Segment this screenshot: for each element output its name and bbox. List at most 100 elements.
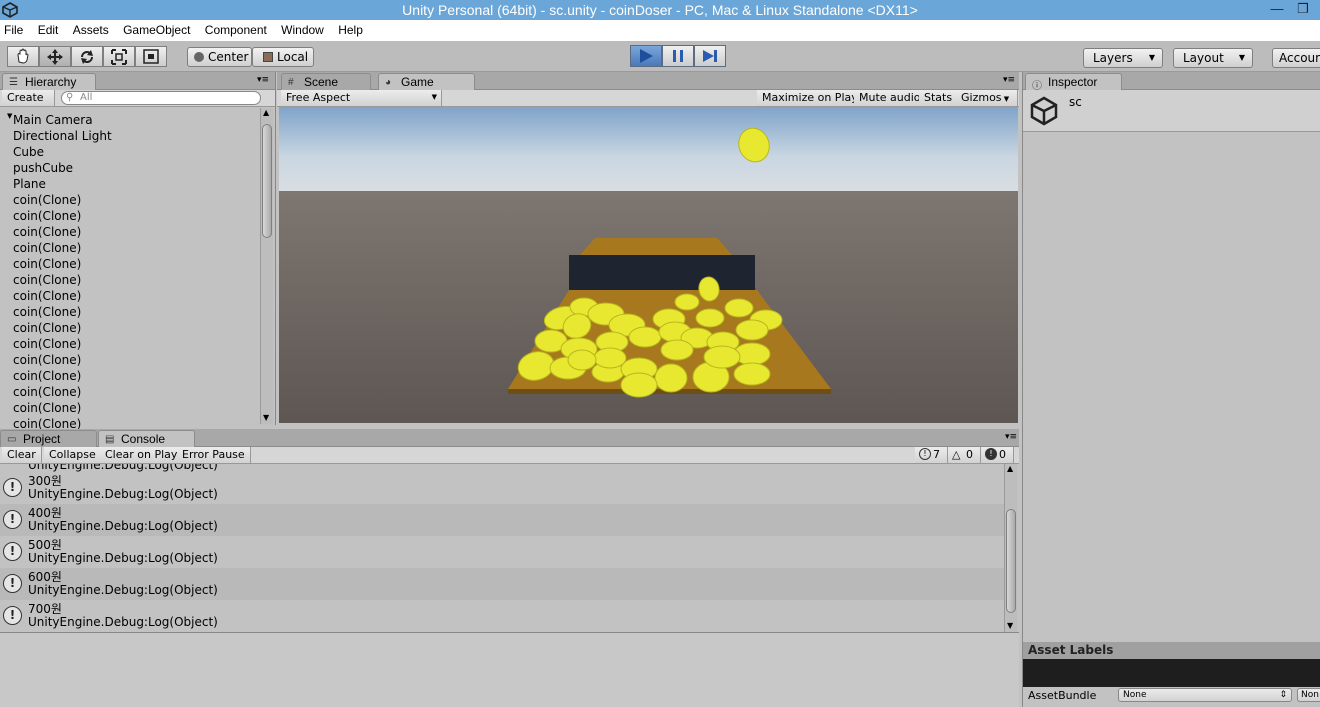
pivot-local-button[interactable]: Local bbox=[252, 47, 314, 67]
hierarchy-item[interactable]: coin(Clone) bbox=[13, 384, 112, 400]
menu-edit[interactable]: Edit bbox=[38, 20, 59, 37]
hierarchy-item[interactable]: Cube bbox=[13, 144, 112, 160]
layers-dropdown[interactable]: Layers ▼ bbox=[1083, 48, 1163, 68]
menu-component[interactable]: Component bbox=[205, 20, 267, 37]
hierarchy-item[interactable]: coin(Clone) bbox=[13, 304, 112, 320]
pause-button[interactable] bbox=[662, 45, 694, 67]
move-tool-button[interactable] bbox=[39, 46, 71, 67]
tab-hierarchy[interactable]: ☰ Hierarchy bbox=[2, 73, 96, 90]
tab-project[interactable]: ▭ Project bbox=[0, 430, 97, 447]
game-scene-image bbox=[279, 107, 1018, 423]
clear-on-play-toggle[interactable]: Clear on Play bbox=[100, 447, 184, 463]
move-tool-icon bbox=[47, 49, 63, 65]
panel-menu-icon[interactable]: ▾≡ bbox=[1003, 75, 1015, 85]
collapse-toggle[interactable]: Collapse bbox=[44, 447, 102, 463]
tab-console[interactable]: ▤ Console bbox=[98, 430, 195, 447]
rotate-tool-button[interactable] bbox=[71, 46, 103, 67]
scroll-up-icon[interactable]: ▲ bbox=[263, 108, 269, 117]
hierarchy-item[interactable]: coin(Clone) bbox=[13, 192, 112, 208]
hierarchy-item[interactable]: coin(Clone) bbox=[13, 208, 112, 224]
play-controls bbox=[630, 45, 726, 67]
hierarchy-item[interactable]: pushCube bbox=[13, 160, 112, 176]
hierarchy-item[interactable]: coin(Clone) bbox=[13, 288, 112, 304]
hierarchy-item[interactable]: coin(Clone) bbox=[13, 336, 112, 352]
log-entry[interactable]: ! 300원 UnityEngine.Debug:Log(Object) bbox=[0, 472, 1004, 504]
hierarchy-item[interactable]: coin(Clone) bbox=[13, 240, 112, 256]
tab-game[interactable]: ◕ Game bbox=[378, 73, 475, 90]
gizmos-dropdown[interactable]: Gizmos ▼ bbox=[956, 90, 1018, 106]
log-entry[interactable]: ! 700원 UnityEngine.Debug:Log(Object) bbox=[0, 600, 1004, 632]
hierarchy-item[interactable]: coin(Clone) bbox=[13, 368, 112, 384]
hand-tool-button[interactable] bbox=[7, 46, 39, 67]
dropdown-arrow-icon: ▼ bbox=[431, 93, 437, 101]
layout-dropdown[interactable]: Layout ▼ bbox=[1173, 48, 1253, 68]
console-toolbar: Clear Collapse Clear on Play Error Pause… bbox=[0, 447, 1019, 464]
pivot-center-button[interactable]: Center bbox=[187, 47, 252, 67]
tab-scene[interactable]: # Scene bbox=[281, 73, 371, 90]
log-entry[interactable]: ! 500원 UnityEngine.Debug:Log(Object) bbox=[0, 536, 1004, 568]
asset-labels-header: Asset Labels bbox=[1023, 642, 1320, 659]
scale-tool-button[interactable] bbox=[103, 46, 135, 67]
coin bbox=[593, 347, 627, 369]
hierarchy-item[interactable]: coin(Clone) bbox=[13, 272, 112, 288]
log-entry[interactable]: ! 600원 UnityEngine.Debug:Log(Object) bbox=[0, 568, 1004, 600]
hierarchy-item[interactable]: coin(Clone) bbox=[13, 224, 112, 240]
hierarchy-item[interactable]: coin(Clone) bbox=[13, 400, 112, 416]
scroll-up-icon[interactable]: ▲ bbox=[1007, 464, 1013, 473]
variant-dropdown[interactable]: Non bbox=[1297, 688, 1320, 702]
stats-toggle[interactable]: Stats bbox=[919, 90, 959, 106]
aspect-dropdown[interactable]: Free Aspect ▼ bbox=[281, 90, 442, 106]
assetbundle-dropdown[interactable]: None ⇕ bbox=[1118, 688, 1292, 702]
game-render[interactable] bbox=[279, 107, 1018, 423]
account-dropdown[interactable]: Accoun bbox=[1272, 48, 1320, 68]
minimize-button[interactable]: — bbox=[1264, 0, 1290, 20]
mute-audio-toggle[interactable]: Mute audio bbox=[854, 90, 927, 106]
pause-icon bbox=[673, 50, 683, 62]
play-button[interactable] bbox=[630, 45, 662, 67]
scroll-down-icon[interactable]: ▼ bbox=[263, 413, 269, 422]
hierarchy-scroll-thumb[interactable] bbox=[262, 124, 272, 238]
create-dropdown[interactable]: Create ▼ bbox=[2, 90, 55, 120]
hierarchy-tabbar: ☰ Hierarchy ▾≡ bbox=[0, 72, 275, 90]
panel-menu-icon[interactable]: ▾≡ bbox=[257, 75, 269, 85]
hierarchy-item[interactable]: Plane bbox=[13, 176, 112, 192]
info-icon: ! bbox=[3, 542, 22, 561]
scroll-down-icon[interactable]: ▼ bbox=[1007, 621, 1013, 630]
list-icon: ☰ bbox=[9, 77, 18, 88]
scene-icon: # bbox=[288, 77, 294, 88]
hierarchy-item[interactable]: coin(Clone) bbox=[13, 352, 112, 368]
info-icon: ! bbox=[919, 448, 931, 460]
coin bbox=[567, 349, 597, 371]
assetbundle-label: AssetBundle bbox=[1028, 689, 1097, 702]
maximize-on-play-toggle[interactable]: Maximize on Play bbox=[757, 90, 864, 106]
local-space-icon bbox=[263, 52, 273, 62]
menu-gameobject[interactable]: GameObject bbox=[123, 20, 190, 37]
search-icon: ⚲ bbox=[66, 92, 74, 103]
console-scrollbar[interactable]: ▲ ▼ bbox=[1004, 464, 1017, 632]
dropdown-arrow-icon: ▼ bbox=[1238, 53, 1245, 62]
panel-menu-icon[interactable]: ▾≡ bbox=[1005, 432, 1017, 442]
clear-button[interactable]: Clear bbox=[2, 447, 42, 463]
hierarchy-scrollbar[interactable]: ▲ ▼ bbox=[260, 108, 273, 424]
menu-file[interactable]: File bbox=[4, 20, 23, 37]
hierarchy-item[interactable]: coin(Clone) bbox=[13, 256, 112, 272]
error-count-toggle[interactable]: ! 0 bbox=[981, 447, 1014, 463]
restore-button[interactable]: ❐ bbox=[1290, 0, 1316, 20]
console-log-list: UnityEngine.Debug:Log(Object) ! 300원 Unit… bbox=[0, 464, 1004, 632]
step-button[interactable] bbox=[694, 45, 726, 67]
log-entry[interactable]: ! 400원 UnityEngine.Debug:Log(Object) bbox=[0, 504, 1004, 536]
error-pause-toggle[interactable]: Error Pause bbox=[177, 447, 251, 463]
warning-count-toggle[interactable]: △ 0 bbox=[948, 447, 981, 463]
hierarchy-item[interactable]: Directional Light bbox=[13, 128, 112, 144]
hierarchy-item[interactable]: coin(Clone) bbox=[13, 320, 112, 336]
console-scroll-thumb[interactable] bbox=[1006, 509, 1016, 613]
tab-inspector[interactable]: ⓘ Inspector bbox=[1025, 73, 1122, 92]
hierarchy-item[interactable]: Main Camera bbox=[13, 112, 112, 128]
info-count-toggle[interactable]: ! 7 bbox=[915, 447, 948, 463]
menu-help[interactable]: Help bbox=[338, 20, 363, 37]
rect-tool-button[interactable] bbox=[135, 46, 167, 67]
menu-window[interactable]: Window bbox=[281, 20, 324, 37]
hierarchy-search-input[interactable]: ⚲ All bbox=[61, 91, 261, 105]
rect-tool-icon bbox=[143, 49, 159, 64]
menu-assets[interactable]: Assets bbox=[73, 20, 109, 37]
